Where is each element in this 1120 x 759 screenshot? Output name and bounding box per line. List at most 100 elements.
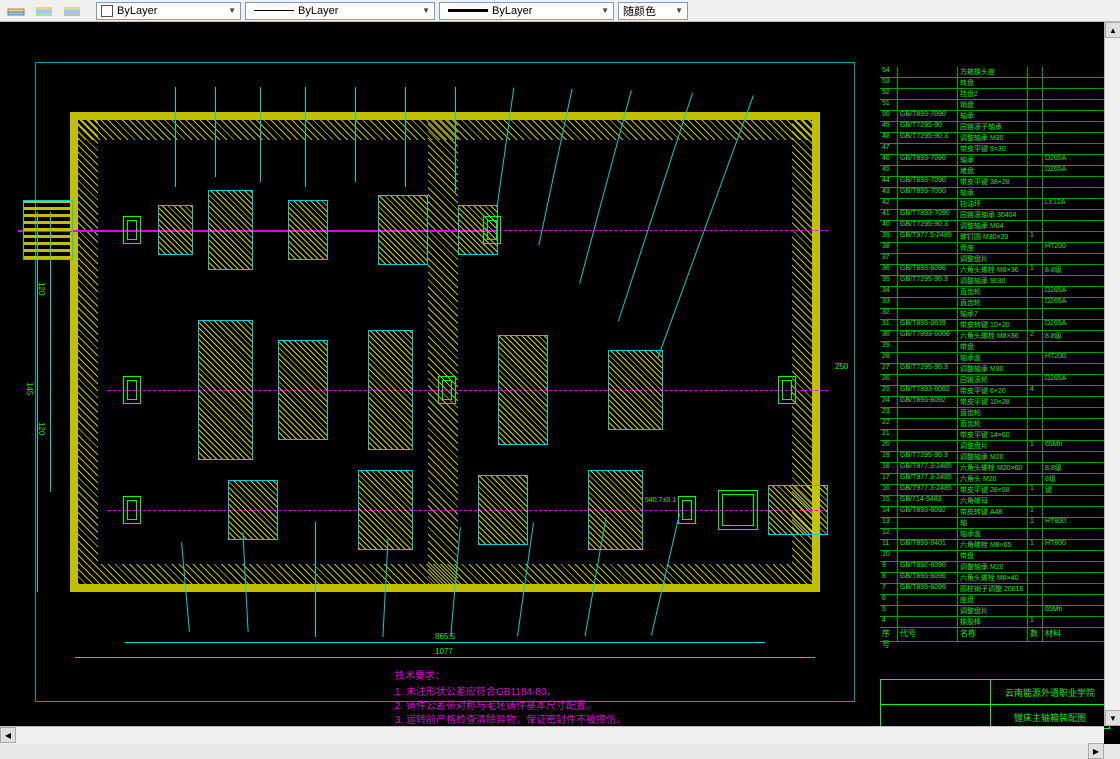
- leader-b3: [315, 522, 316, 637]
- parts-row: 9GB/T892-6090调整轴承 M20: [880, 562, 1110, 573]
- gear-2c: [368, 330, 413, 450]
- lineweight-select[interactable]: ByLayer: [439, 2, 614, 20]
- parts-row: 34直齿轮D265A: [880, 287, 1110, 298]
- gear-1c: [288, 200, 328, 260]
- assembly-drawing: 1077 865.5 120 120 145 250 940.7±0.1: [65, 102, 825, 642]
- bearing-2l: [123, 376, 141, 404]
- leader-7: [455, 87, 456, 192]
- gear-2d: [498, 335, 548, 445]
- bearing-1r: [483, 216, 501, 244]
- dim-outer-text: 1077: [435, 647, 453, 656]
- housing-outline: [70, 112, 820, 592]
- dim-outer: [75, 657, 815, 658]
- parts-header-row: 序号代号名称数材料: [880, 628, 1110, 642]
- parts-row: 39GB/T977.5-2485螺钉圆 M30×201: [880, 232, 1110, 243]
- parts-row: 54方箱换头座: [880, 67, 1110, 78]
- parts-row: 10带盘: [880, 551, 1110, 562]
- parts-row: 53转盘: [880, 78, 1110, 89]
- parts-row: 44GB/T893-7090带皮平键 38×28: [880, 177, 1110, 188]
- scroll-right-button[interactable]: ▶: [1088, 743, 1104, 759]
- leader-3: [260, 87, 261, 182]
- toolbar: ByLayer ByLayer ByLayer 随颜色: [0, 0, 1120, 22]
- parts-row: 43GB/T893-7090轴承: [880, 188, 1110, 199]
- title-block: 云南能源外语职业学院 镗床主轴箱装配图: [880, 679, 1110, 729]
- scroll-up-button[interactable]: ▲: [1105, 22, 1120, 38]
- gear-2e: [608, 350, 663, 430]
- parts-row: 32轴承7: [880, 309, 1110, 320]
- parts-row: 24GB/T893-6092带皮平键 10×28: [880, 397, 1110, 408]
- dim-span-text: 940.7±0.1: [645, 497, 676, 504]
- parts-row: 29带盘: [880, 342, 1110, 353]
- gear-1d: [378, 195, 428, 265]
- parts-row: 16GB/T977.3-2485带皮平键 28×581键: [880, 485, 1110, 496]
- bearing-3r2: [718, 490, 758, 530]
- dim-gap-text: 250: [835, 362, 848, 371]
- parts-row: 4橡胶棒1: [880, 617, 1110, 628]
- parts-row: 14GB/T893-6092带皮转键 A481: [880, 507, 1110, 518]
- horizontal-scrollbar[interactable]: ◀ ▶: [0, 726, 1104, 744]
- leader-2: [215, 87, 216, 177]
- dim-v2-text: 120: [37, 422, 46, 435]
- parts-row: 33直齿轮D265A: [880, 298, 1110, 309]
- leader-6: [405, 87, 406, 187]
- leader-5: [355, 87, 356, 182]
- parts-row: 50GB/T893-7090轴承: [880, 111, 1110, 122]
- gear-1b: [208, 190, 253, 270]
- gear-2a: [198, 320, 253, 460]
- pulley: [23, 200, 73, 260]
- parts-row: 36GB/T893-6096六角头螺栓 M8×3618.8级: [880, 265, 1110, 276]
- parts-row: 21带皮平键 14×60: [880, 430, 1110, 441]
- color-select[interactable]: ByLayer: [96, 2, 241, 20]
- gear-3a: [228, 480, 278, 540]
- parts-row: 20调整盘片165Mn: [880, 441, 1110, 452]
- parts-row: 51销盘: [880, 100, 1110, 111]
- bearing-3l: [123, 496, 141, 524]
- parts-row: 6座盘: [880, 595, 1110, 606]
- parts-row: 28轴承盖HT200: [880, 353, 1110, 364]
- dim-v2: [50, 372, 51, 492]
- title-school: 云南能源外语职业学院: [991, 680, 1109, 704]
- note-line-2: 2. 铸件公差带对称与毛坯铸件基本尺寸配置。: [395, 700, 626, 714]
- dim-v3: [37, 212, 38, 592]
- parts-row: 42挡油环LY12A: [880, 199, 1110, 210]
- notes-title: 技术要求：: [395, 670, 626, 684]
- parts-row: 35GB/T7295-90.3调整轴承 9030: [880, 276, 1110, 287]
- dim-v1-text: 120: [37, 282, 46, 295]
- parts-row: 13轴1HT800: [880, 518, 1110, 529]
- parts-row: 31GB/T893-0639带皮转键 10×20D265A: [880, 320, 1110, 331]
- parts-row: 5调整盘片65Mn: [880, 606, 1110, 617]
- parts-row: 40GB/T7295-90.3调整轴承 M04: [880, 221, 1110, 232]
- dim-inner-text: 865.5: [435, 632, 455, 641]
- layer-icon-1[interactable]: [4, 2, 28, 20]
- scroll-down-button[interactable]: ▼: [1105, 710, 1120, 726]
- linetype-select[interactable]: ByLayer: [245, 2, 435, 20]
- parts-row: 41GB/T7893-7090园锥滚轴承 30404: [880, 210, 1110, 221]
- output-cone: [768, 485, 828, 535]
- drawing-canvas[interactable]: 1077 865.5 120 120 145 250 940.7±0.1 技术要…: [0, 22, 1120, 744]
- gear-1a: [158, 205, 193, 255]
- extra-select[interactable]: 随颜色: [618, 2, 688, 20]
- gear-3b: [358, 470, 413, 550]
- layer-icon-2[interactable]: [32, 2, 56, 20]
- vertical-scrollbar[interactable]: ▲ ▼: [1104, 22, 1120, 726]
- parts-row: 23直齿轮: [880, 408, 1110, 419]
- bearing-2m: [438, 376, 456, 404]
- parts-row: 19GB/T7295-90.3调整轴承 M20: [880, 452, 1110, 463]
- layer-icon-3[interactable]: [60, 2, 84, 20]
- title-school-cell: [881, 680, 991, 704]
- scroll-left-button[interactable]: ◀: [0, 727, 16, 743]
- gear-2b: [278, 340, 328, 440]
- leader-1: [175, 87, 176, 187]
- bearing-1l: [123, 216, 141, 244]
- parts-row: 26园锥滚轮D265A: [880, 375, 1110, 386]
- parts-row: 17GB/T977.3-2485六角头 M208级: [880, 474, 1110, 485]
- parts-row: 38骨座HT200: [880, 243, 1110, 254]
- bearing-2r: [778, 376, 796, 404]
- parts-row: 46GB/T893-7090轴承D265A: [880, 155, 1110, 166]
- dim-v3-text: 145: [25, 382, 34, 395]
- parts-row: 25GB/T7893-6092带皮平键 6×204: [880, 386, 1110, 397]
- dim-v1: [50, 212, 51, 372]
- parts-row: 18GB/T977.3-2485六角头螺栓 M20×608.8级: [880, 463, 1110, 474]
- parts-row: 7GB/T893-6096圆柱销子调整 20816: [880, 584, 1110, 595]
- parts-row: 15GB/714-5483六角螺母: [880, 496, 1110, 507]
